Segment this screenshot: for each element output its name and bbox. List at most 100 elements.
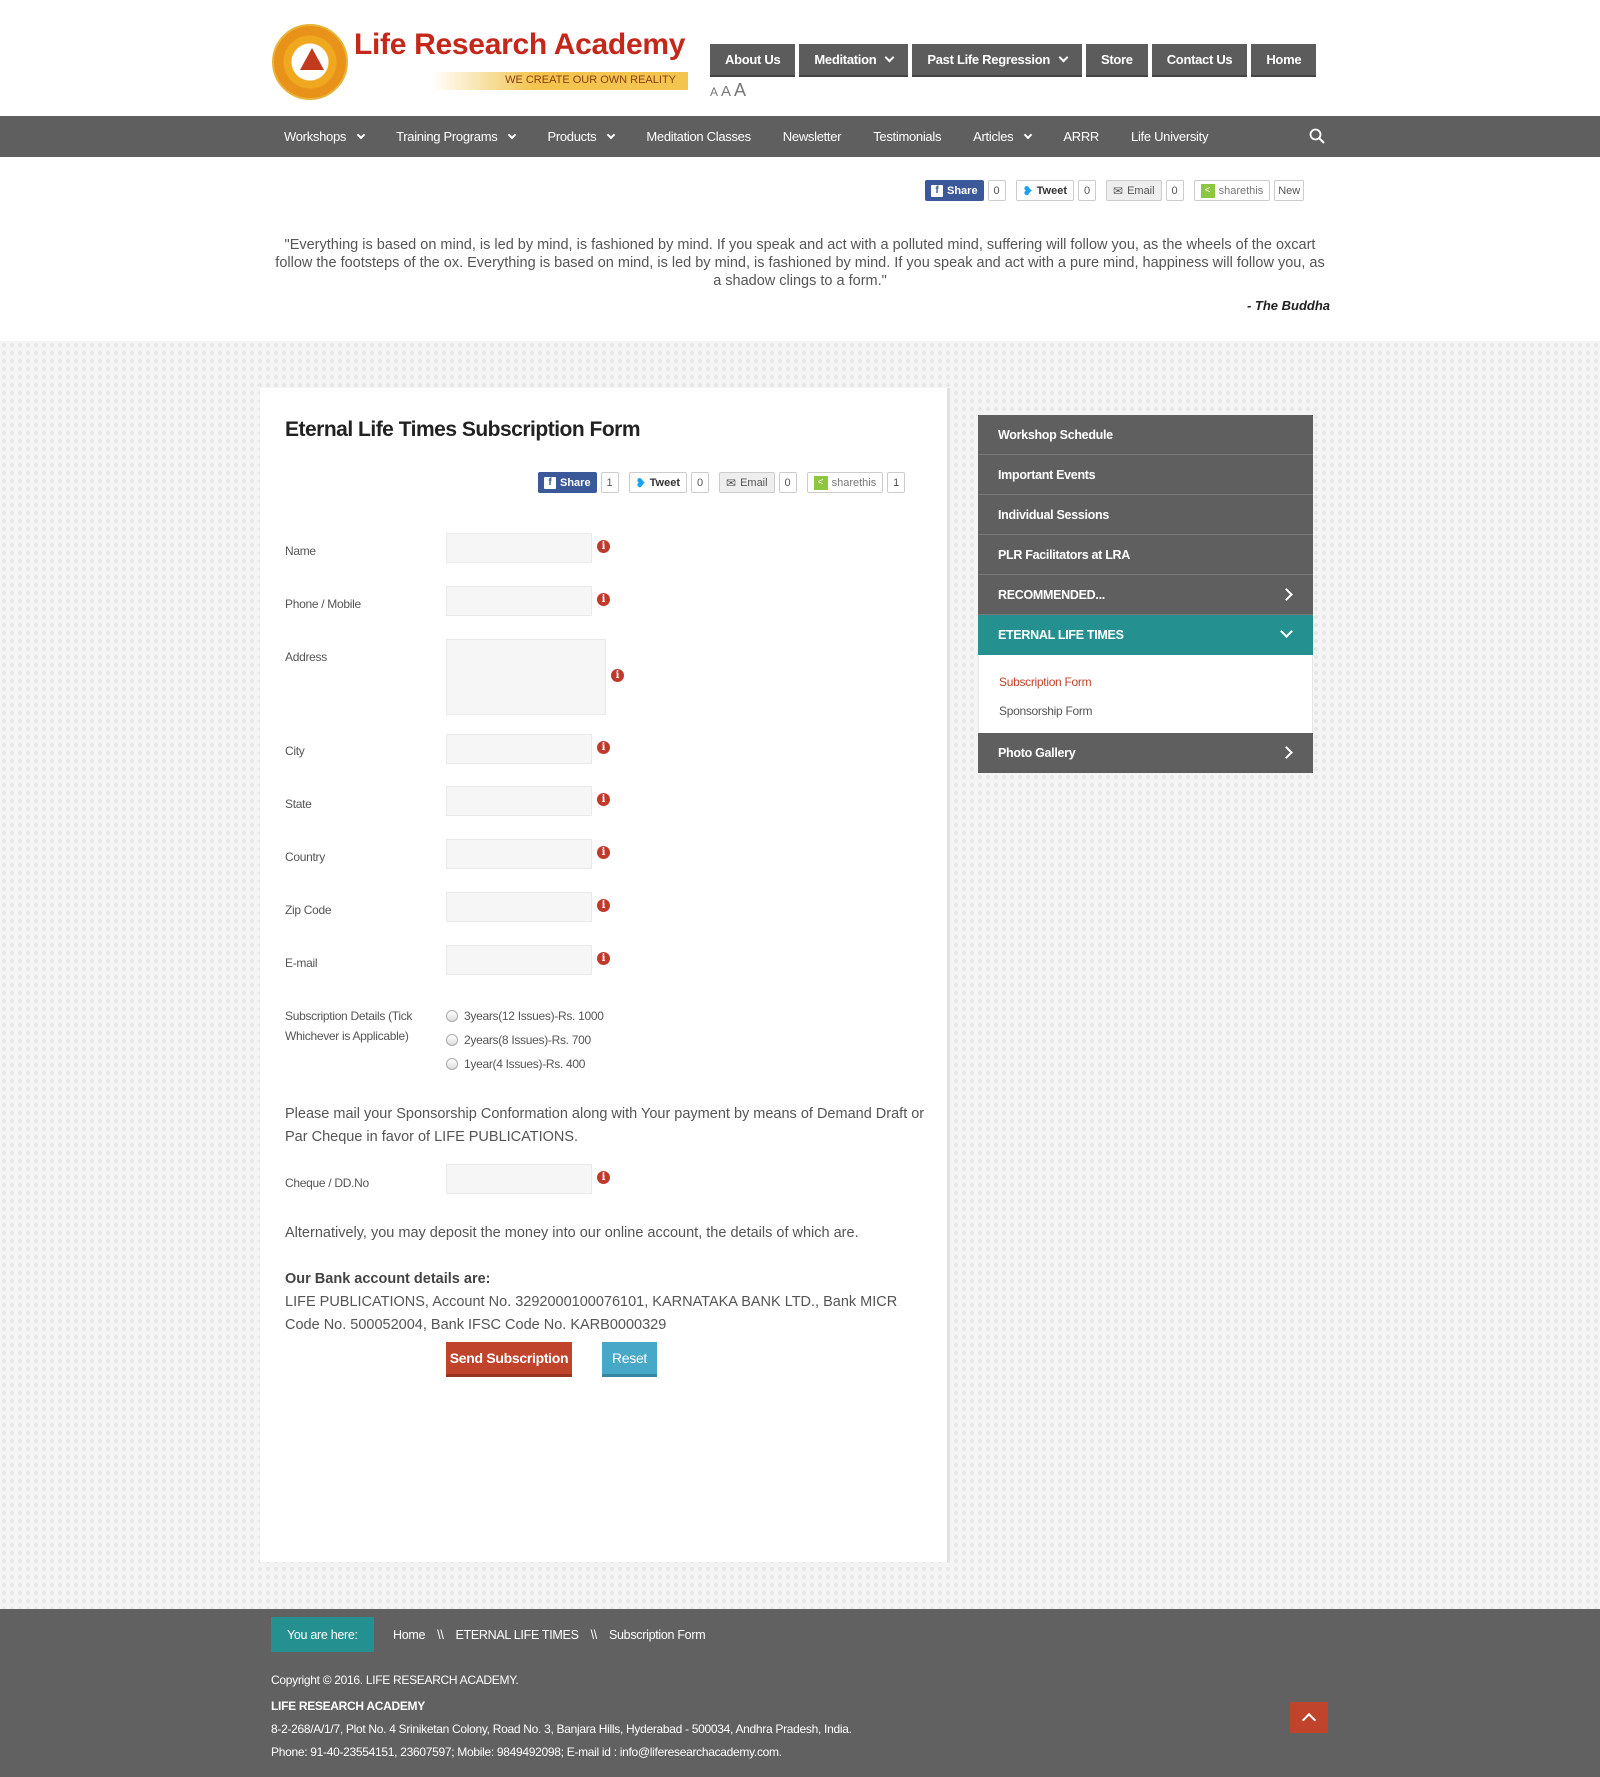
subscription-option-3years[interactable]: 3years(12 Issues)-Rs. 1000 bbox=[446, 1009, 604, 1023]
sidebar-item-label: PLR Facilitators at LRA bbox=[998, 547, 1131, 562]
send-subscription-button[interactable]: Send Subscription bbox=[446, 1342, 572, 1377]
online-note: Alternatively, you may deposit the money… bbox=[285, 1225, 859, 1241]
footer-org-name: LIFE RESEARCH ACADEMY bbox=[271, 1699, 425, 1713]
main-nav-newsletter[interactable]: Newsletter bbox=[771, 116, 853, 157]
zip-code-input[interactable] bbox=[446, 892, 592, 922]
page-title: Eternal Life Times Subscription Form bbox=[285, 418, 641, 441]
chevron-up-icon bbox=[1301, 1712, 1317, 1728]
site-logo[interactable]: Life Research Academy WE CREATE OUR OWN … bbox=[272, 22, 692, 100]
reset-button[interactable]: Reset bbox=[602, 1342, 657, 1377]
main-nav-articles[interactable]: Articles bbox=[961, 116, 1043, 157]
top-nav-meditation[interactable]: Meditation bbox=[799, 44, 909, 77]
sharethis-button[interactable]: < sharethis bbox=[1193, 180, 1271, 201]
tweet-button[interactable]: ❥ Tweet bbox=[628, 472, 687, 493]
main-nav-products[interactable]: Products bbox=[535, 116, 626, 157]
zip-code-label: Zip Code bbox=[285, 903, 332, 917]
subscription-option-2years[interactable]: 2years(8 Issues)-Rs. 700 bbox=[446, 1033, 591, 1047]
scroll-to-top-button[interactable] bbox=[1290, 1702, 1328, 1733]
sidebar-item-label: Individual Sessions bbox=[998, 507, 1109, 522]
email-input[interactable] bbox=[446, 945, 592, 975]
sidebar-item-label: Important Events bbox=[998, 467, 1096, 482]
mail-note: Please mail your Sponsorship Conformatio… bbox=[285, 1106, 925, 1145]
sharethis-count: 1 bbox=[887, 472, 906, 493]
sharethis-label: sharethis bbox=[831, 476, 877, 489]
font-size-large[interactable]: A bbox=[734, 80, 746, 100]
facebook-share-button[interactable]: f Share bbox=[538, 472, 597, 493]
main-nav-training-programs[interactable]: Training Programs bbox=[384, 116, 527, 157]
share-bar-top: f Share 0 ❥ Tweet 0 ✉ Email 0 < sharethis Ne… bbox=[925, 180, 1310, 201]
cheque-label: Cheque / DD.No bbox=[285, 1176, 369, 1190]
radio-button[interactable] bbox=[446, 1058, 458, 1070]
main-nav-life-university[interactable]: Life University bbox=[1119, 116, 1220, 157]
required-info-icon: i bbox=[597, 593, 610, 606]
phone-input[interactable] bbox=[446, 586, 592, 616]
main-nav-arrr[interactable]: ARRR bbox=[1051, 116, 1111, 157]
address-textarea[interactable] bbox=[446, 639, 606, 715]
sidebar-item-eternal-life-times[interactable]: ETERNAL LIFE TIMES bbox=[978, 615, 1313, 655]
required-info-icon: i bbox=[597, 741, 610, 754]
sidebar-subitem-sponsorship-form[interactable]: Sponsorship Form bbox=[999, 696, 1292, 725]
site-footer: You are here: Home \\ ETERNAL LIFE TIMES… bbox=[0, 1609, 1600, 1777]
main-nav-testimonials[interactable]: Testimonials bbox=[861, 116, 953, 157]
sidebar-menu: Workshop Schedule Important Events Indiv… bbox=[978, 415, 1313, 773]
top-nav-contact-us[interactable]: Contact Us bbox=[1151, 44, 1248, 77]
logo-tagline: WE CREATE OUR OWN REALITY bbox=[505, 74, 676, 86]
tweet-button[interactable]: ❥ Tweet bbox=[1015, 180, 1074, 201]
sidebar-item-label: ETERNAL LIFE TIMES bbox=[998, 628, 1124, 642]
sidebar-item-recommended[interactable]: RECOMMENDED... bbox=[978, 575, 1313, 615]
logo-name: Life Research Academy bbox=[354, 28, 686, 61]
radio-button[interactable] bbox=[446, 1010, 458, 1022]
required-info-icon: i bbox=[597, 846, 610, 859]
email-label: Email bbox=[1127, 184, 1155, 197]
sidebar-item-plr-facilitators[interactable]: PLR Facilitators at LRA bbox=[978, 535, 1313, 575]
site-header: Life Research Academy WE CREATE OUR OWN … bbox=[0, 0, 1600, 116]
main-nav-workshops[interactable]: Workshops bbox=[272, 116, 376, 157]
top-nav-store[interactable]: Store bbox=[1085, 44, 1148, 77]
email-share-button[interactable]: ✉ Email bbox=[719, 472, 775, 493]
chevron-down-icon bbox=[1024, 130, 1033, 139]
state-input[interactable] bbox=[446, 786, 592, 816]
radio-label: 2years(8 Issues)-Rs. 700 bbox=[464, 1033, 591, 1047]
font-size-controls: AAA bbox=[710, 80, 749, 101]
font-size-small[interactable]: A bbox=[710, 85, 718, 99]
top-nav-about-us[interactable]: About Us bbox=[710, 44, 796, 77]
main-nav: Workshops Training Programs Products Med… bbox=[0, 116, 1600, 157]
city-input[interactable] bbox=[446, 734, 592, 764]
facebook-icon: f bbox=[931, 184, 943, 197]
sidebar-item-label: RECOMMENDED... bbox=[998, 587, 1105, 602]
sharethis-count: New bbox=[1274, 180, 1305, 201]
sidebar-item-label: Workshop Schedule bbox=[998, 427, 1113, 442]
main-nav-meditation-classes[interactable]: Meditation Classes bbox=[634, 116, 762, 157]
breadcrumb-separator: \\ bbox=[590, 1627, 598, 1642]
sidebar-item-workshop-schedule[interactable]: Workshop Schedule bbox=[978, 415, 1313, 455]
subscription-option-1year[interactable]: 1year(4 Issues)-Rs. 400 bbox=[446, 1057, 585, 1071]
required-info-icon: i bbox=[597, 793, 610, 806]
country-input[interactable] bbox=[446, 839, 592, 869]
envelope-icon: ✉ bbox=[726, 475, 737, 490]
main-nav-label: Meditation Classes bbox=[646, 129, 751, 144]
email-share-count: 0 bbox=[778, 472, 797, 493]
main-nav-label: Articles bbox=[973, 129, 1014, 144]
sidebar-subitem-subscription-form[interactable]: Subscription Form bbox=[999, 667, 1292, 696]
sidebar-item-important-events[interactable]: Important Events bbox=[978, 455, 1313, 495]
breadcrumb-eternal-life-times[interactable]: ETERNAL LIFE TIMES bbox=[456, 1628, 579, 1642]
top-nav-home[interactable]: Home bbox=[1251, 44, 1317, 77]
country-label: Country bbox=[285, 850, 325, 864]
cheque-input[interactable] bbox=[446, 1164, 592, 1194]
main-nav-label: Products bbox=[547, 129, 597, 144]
facebook-share-button[interactable]: f Share bbox=[925, 180, 984, 201]
top-nav: About Us Meditation Past Life Regression… bbox=[710, 44, 1317, 77]
radio-button[interactable] bbox=[446, 1034, 458, 1046]
breadcrumb-home[interactable]: Home bbox=[393, 1628, 425, 1642]
name-input[interactable] bbox=[446, 533, 592, 563]
chevron-right-icon bbox=[1280, 746, 1293, 759]
tweet-count: 0 bbox=[1078, 180, 1096, 201]
top-nav-past-life-regression[interactable]: Past Life Regression bbox=[912, 44, 1082, 77]
sidebar-item-individual-sessions[interactable]: Individual Sessions bbox=[978, 495, 1313, 535]
search-icon[interactable] bbox=[1309, 128, 1325, 144]
sharethis-button[interactable]: < sharethis bbox=[806, 472, 884, 493]
email-share-button[interactable]: ✉ Email bbox=[1106, 180, 1162, 201]
address-label: Address bbox=[285, 650, 327, 664]
font-size-medium[interactable]: A bbox=[721, 83, 731, 100]
sidebar-item-photo-gallery[interactable]: Photo Gallery bbox=[978, 733, 1313, 773]
